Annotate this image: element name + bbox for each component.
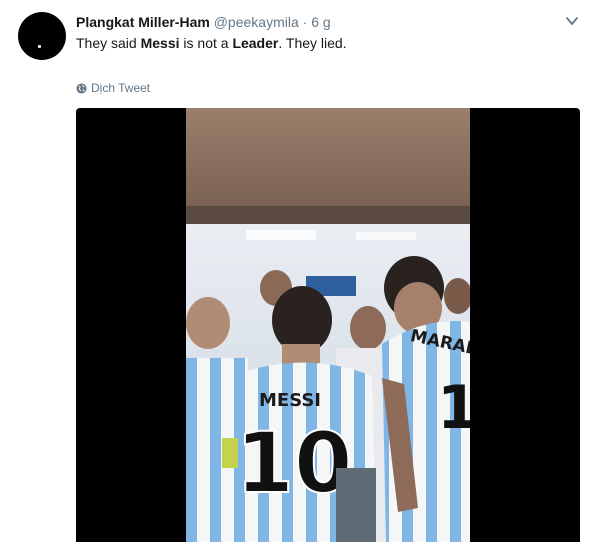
author-name[interactable]: Plangkat Miller-Ham [76,14,210,30]
author-handle[interactable]: @peekaymila [214,14,299,30]
text-bold-leader: Leader [232,35,279,51]
tweet-text: They said Messi is not a Leader. They li… [76,34,347,52]
text-part: They said [76,35,141,51]
separator-dot: · [302,14,308,30]
video-still: MESSI 10 MARAD 1 [186,108,470,542]
timestamp[interactable]: 6 g [311,14,330,30]
tweet[interactable]: Plangkat Miller-Ham @peekaymila · 6 g Th… [0,0,592,542]
avatar-mark [38,45,41,48]
jersey-name: MESSI [259,390,321,411]
jersey-number: 10 [236,414,353,512]
chevron-down-icon[interactable] [565,14,579,28]
video-frame: MESSI 10 MARAD 1 [186,108,470,542]
tweet-header: Plangkat Miller-Ham @peekaymila · 6 g [76,13,331,31]
text-part: is not a [179,35,233,51]
video-player[interactable]: MESSI 10 MARAD 1 [76,108,580,542]
jersey-number-2: 1 [437,373,470,443]
translate-tweet-link[interactable]: Dịch Tweet [76,80,150,96]
translate-label: Dịch Tweet [91,81,151,95]
text-part: . They lied. [278,35,347,51]
globe-icon [76,82,87,94]
text-bold-messi: Messi [140,35,180,51]
avatar[interactable] [18,12,66,60]
